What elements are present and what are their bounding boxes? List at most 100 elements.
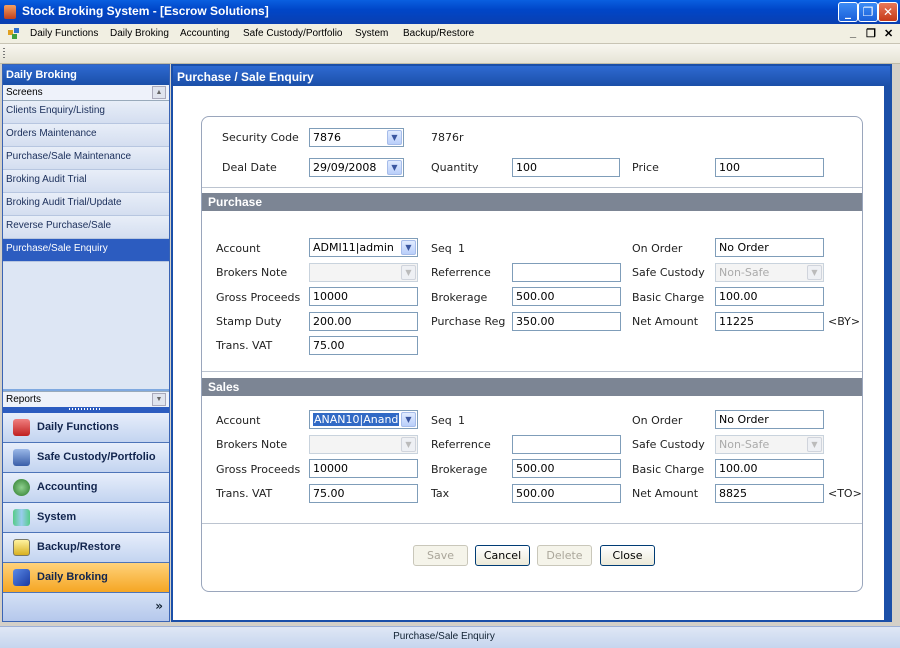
- purchase-on-order-field[interactable]: No Order: [715, 238, 824, 257]
- mdi-close-button[interactable]: ✕: [884, 27, 893, 40]
- nav-accounting[interactable]: Accounting: [3, 473, 169, 503]
- menu-accounting[interactable]: Accounting: [180, 28, 229, 39]
- purchase-vat-field[interactable]: 75.00: [309, 336, 418, 355]
- purchase-basic-charge-field[interactable]: 100.00: [715, 287, 824, 306]
- purchase-brokers-note-label: Brokers Note: [216, 266, 288, 279]
- purchase-brokerage-field[interactable]: 500.00: [512, 287, 621, 306]
- purchase-account-select[interactable]: ADMI11|admin ▼: [309, 238, 418, 257]
- menu-system[interactable]: System: [355, 28, 388, 39]
- security-code-select[interactable]: 7876 ▼: [309, 128, 404, 147]
- screens-label: Screens: [6, 87, 43, 98]
- purchase-reg-label: Purchase Reg: [431, 315, 506, 328]
- purchase-gross-field[interactable]: 10000: [309, 287, 418, 306]
- screens-group-header[interactable]: Screens ▲: [3, 85, 169, 101]
- deal-date-label: Deal Date: [222, 161, 277, 174]
- chevron-down-icon: ▼: [387, 130, 402, 145]
- menu-daily-functions[interactable]: Daily Functions: [30, 28, 98, 39]
- sidebar-item-reverse-purchase-sale[interactable]: Reverse Purchase/Sale: [3, 216, 169, 239]
- chevron-down-icon: ▼: [807, 437, 822, 452]
- nav-safe-custody[interactable]: Safe Custody/Portfolio: [3, 443, 169, 473]
- nav-label: Backup/Restore: [37, 541, 121, 553]
- sales-account-select[interactable]: ANAN10|Anand ▼: [309, 410, 418, 429]
- sales-on-order-field[interactable]: No Order: [715, 410, 824, 429]
- daily-broking-icon: [13, 569, 30, 586]
- scroll-down-icon[interactable]: ▼: [152, 393, 166, 406]
- purchase-stamp-field[interactable]: 200.00: [309, 312, 418, 331]
- purchase-referrence-label: Referrence: [431, 266, 491, 279]
- sales-gross-field[interactable]: 10000: [309, 459, 418, 478]
- purchase-brokers-note-select[interactable]: ▼: [309, 263, 418, 282]
- toolbar-strip: [0, 44, 900, 64]
- sales-net-label: Net Amount: [632, 487, 699, 500]
- sidebar-item-orders-maintenance[interactable]: Orders Maintenance: [3, 124, 169, 147]
- mdi-minimize-button[interactable]: _: [850, 27, 856, 39]
- system-icon: [13, 509, 30, 526]
- sales-net-field[interactable]: 8825: [715, 484, 824, 503]
- sidebar: Daily Broking Screens ▲ Clients Enquiry/…: [2, 64, 170, 622]
- purchase-net-field[interactable]: 11225: [715, 312, 824, 331]
- chevron-down-icon: ▼: [401, 412, 416, 427]
- menu-daily-broking[interactable]: Daily Broking: [110, 28, 169, 39]
- purchase-seq-value: 1: [458, 242, 465, 255]
- purchase-seq-label: Seq: [431, 242, 452, 255]
- menu-safe-custody[interactable]: Safe Custody/Portfolio: [243, 28, 343, 39]
- quantity-label: Quantity: [431, 161, 479, 174]
- sales-tax-label: Tax: [431, 487, 450, 500]
- purchase-net-label: Net Amount: [632, 315, 699, 328]
- sales-account-label: Account: [216, 414, 261, 427]
- sidebar-item-broking-audit-trial[interactable]: Broking Audit Trial: [3, 170, 169, 193]
- sales-basic-charge-field[interactable]: 100.00: [715, 459, 824, 478]
- sidebar-item-clients-enquiry[interactable]: Clients Enquiry/Listing: [3, 101, 169, 124]
- scroll-up-icon[interactable]: ▲: [152, 86, 166, 99]
- sidebar-item-broking-audit-update[interactable]: Broking Audit Trial/Update: [3, 193, 169, 216]
- close-button[interactable]: Close: [600, 545, 655, 566]
- backup-restore-icon: [13, 539, 30, 556]
- status-text: Purchase/Sale Enquiry: [393, 631, 495, 642]
- sales-referrence-label: Referrence: [431, 438, 491, 451]
- cancel-button[interactable]: Cancel: [475, 545, 530, 566]
- minimize-button[interactable]: _: [838, 2, 858, 22]
- sales-referrence-field[interactable]: [512, 435, 621, 454]
- mdi-restore-button[interactable]: ❐: [866, 27, 876, 40]
- sales-brokers-note-select[interactable]: ▼: [309, 435, 418, 454]
- restore-button[interactable]: ❐: [858, 2, 878, 22]
- reports-group-header[interactable]: Reports ▼: [3, 391, 169, 407]
- quantity-field[interactable]: 100: [512, 158, 620, 177]
- purchase-gross-label: Gross Proceeds: [216, 291, 301, 304]
- deal-date-picker[interactable]: 29/09/2008 ▼: [309, 158, 404, 177]
- menu-backup-restore[interactable]: Backup/Restore: [403, 28, 474, 39]
- nav-daily-broking[interactable]: Daily Broking: [3, 563, 169, 593]
- sidebar-item-purchase-sale-maintenance[interactable]: Purchase/Sale Maintenance: [3, 147, 169, 170]
- sales-tax-field[interactable]: 500.00: [512, 484, 621, 503]
- purchase-reg-field[interactable]: 350.00: [512, 312, 621, 331]
- main-scrollbar[interactable]: [884, 86, 890, 620]
- sales-seq-value: 1: [458, 414, 465, 427]
- sales-vat-field[interactable]: 75.00: [309, 484, 418, 503]
- security-code-label: Security Code: [222, 131, 299, 144]
- nav-system[interactable]: System: [3, 503, 169, 533]
- divider: [202, 523, 862, 524]
- sales-seq-label: Seq: [431, 414, 452, 427]
- app-menu-icon[interactable]: [8, 28, 20, 39]
- nav-daily-functions[interactable]: Daily Functions: [3, 413, 169, 443]
- save-button[interactable]: Save: [413, 545, 468, 566]
- security-name: 7876r: [431, 131, 464, 144]
- sidebar-header: Daily Broking: [3, 65, 169, 85]
- enquiry-form: Security Code 7876 ▼ 7876r Deal Date 29/…: [201, 116, 863, 592]
- nav-backup-restore[interactable]: Backup/Restore: [3, 533, 169, 563]
- sidebar-item-purchase-sale-enquiry[interactable]: Purchase/Sale Enquiry: [3, 239, 169, 262]
- purchase-safe-custody-select[interactable]: Non-Safe ▼: [715, 263, 824, 282]
- price-field[interactable]: 100: [715, 158, 824, 177]
- sales-safe-custody-select[interactable]: Non-Safe ▼: [715, 435, 824, 454]
- toolbar-grip-icon[interactable]: [3, 48, 5, 60]
- sales-brokerage-field[interactable]: 500.00: [512, 459, 621, 478]
- sales-brokers-note-label: Brokers Note: [216, 438, 288, 451]
- purchase-safe-custody-label: Safe Custody: [632, 266, 705, 279]
- purchase-account-label: Account: [216, 242, 261, 255]
- delete-button[interactable]: Delete: [537, 545, 592, 566]
- close-window-button[interactable]: ✕: [878, 2, 898, 22]
- divider: [202, 187, 862, 188]
- sales-brokerage-label: Brokerage: [431, 463, 488, 476]
- purchase-referrence-field[interactable]: [512, 263, 621, 282]
- expand-chevron-icon[interactable]: »: [155, 599, 163, 613]
